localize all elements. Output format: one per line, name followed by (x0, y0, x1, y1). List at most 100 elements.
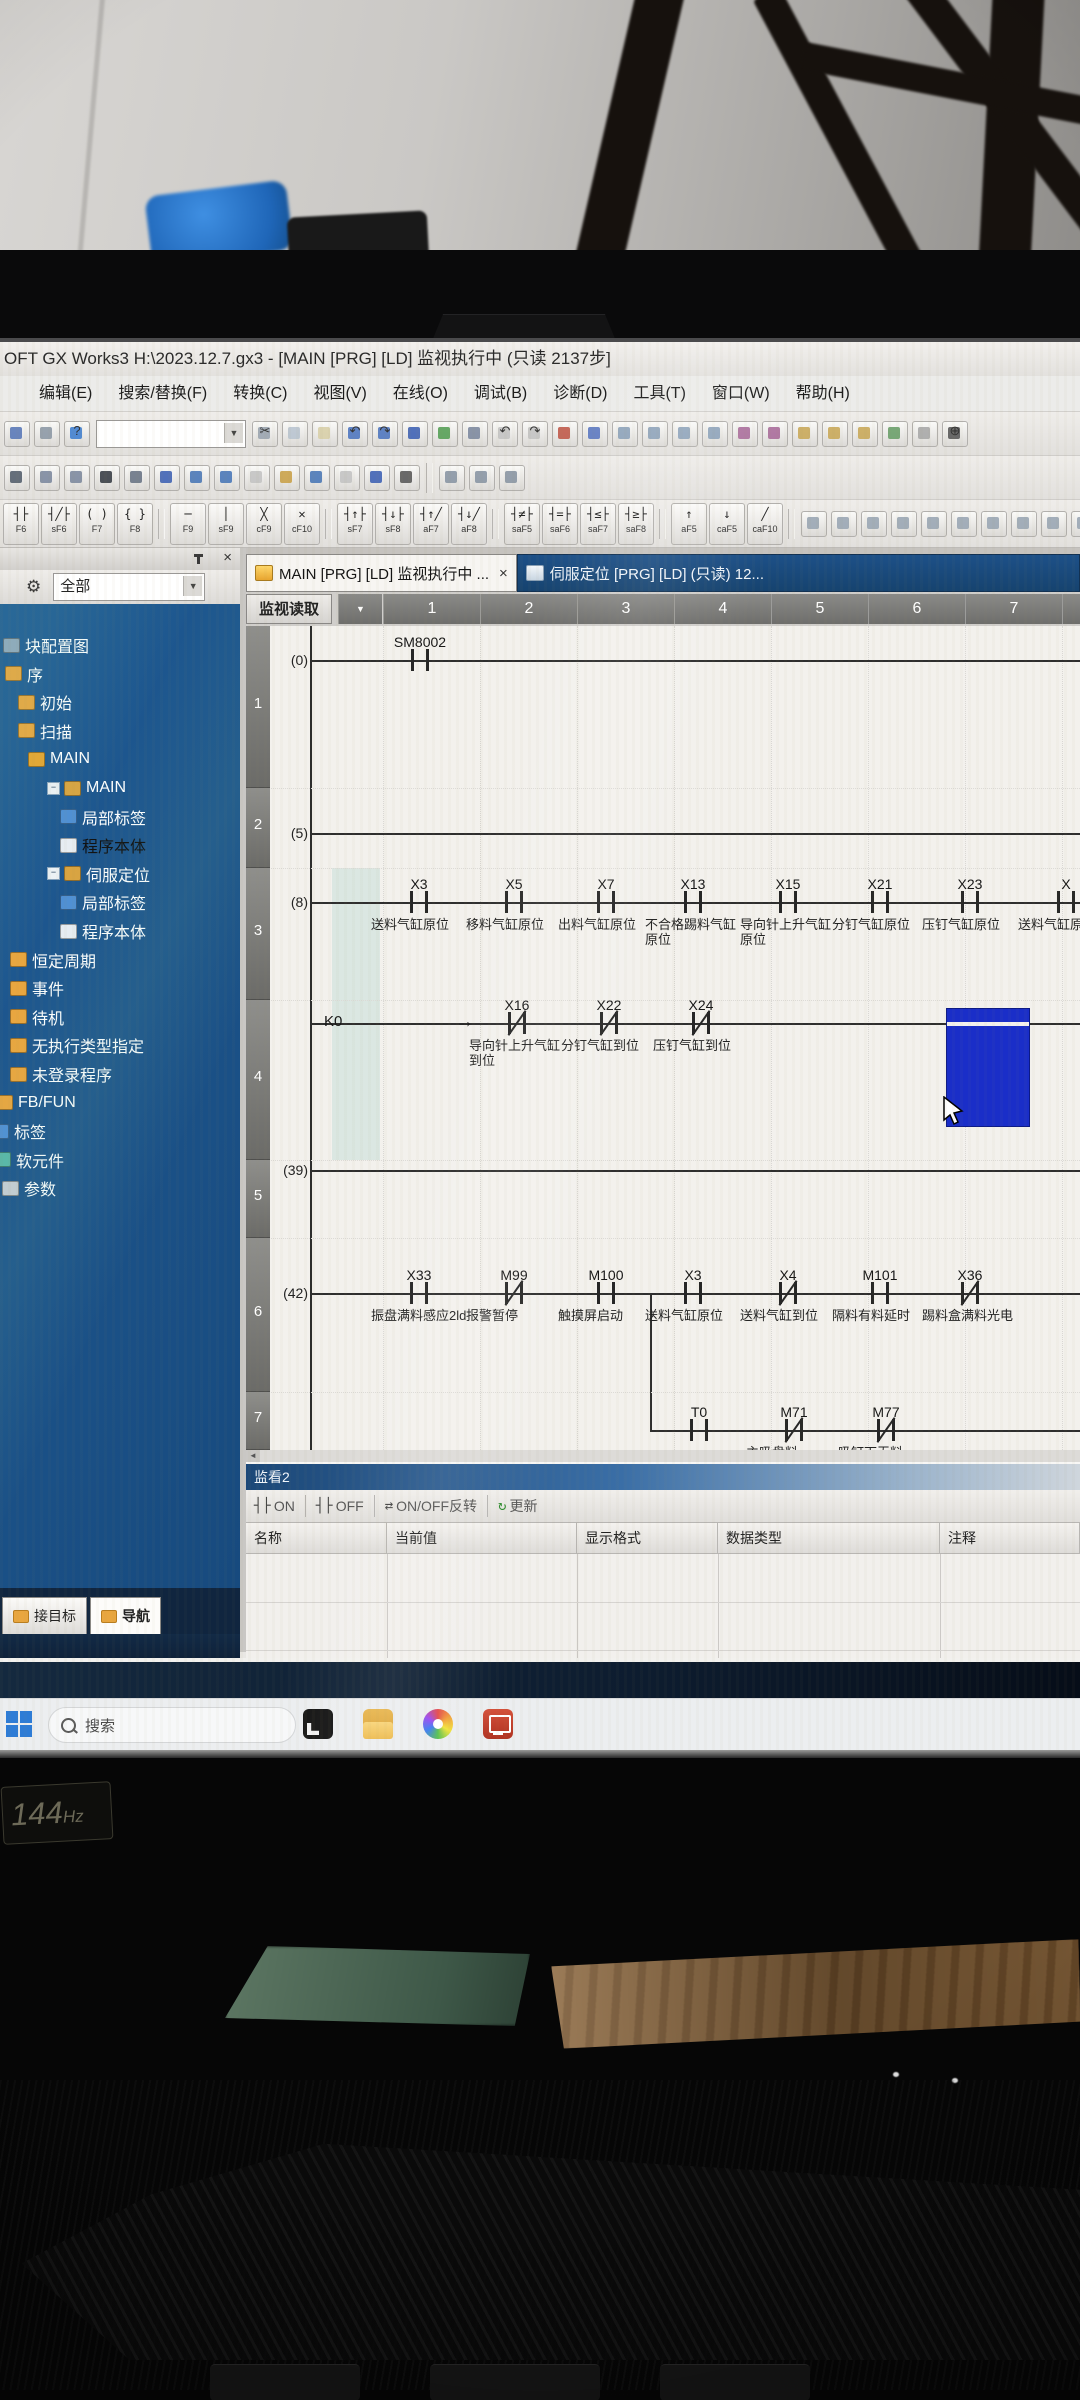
sidebar-item-9[interactable]: −伺服定位 (27, 861, 150, 887)
contact-X15[interactable] (794, 891, 797, 913)
edit-pencil-icon[interactable] (274, 465, 300, 491)
zoom-combo[interactable]: ▼ (96, 420, 246, 448)
sidebar-item-8[interactable]: 程序本体 (40, 832, 146, 858)
cut-icon[interactable]: ✂ (252, 421, 278, 447)
editor-tab-1[interactable]: MAIN [PRG] [LD] 监视执行中 ...× (246, 554, 517, 592)
statement-list-icon[interactable] (1041, 511, 1067, 537)
contact-X5[interactable] (505, 891, 508, 913)
contact-X15[interactable] (779, 891, 782, 913)
dark-app-icon[interactable] (303, 1709, 333, 1739)
gear-icon[interactable]: ⚙ (26, 577, 41, 597)
rung-number-3[interactable]: 3 (246, 868, 270, 1000)
contact-X3[interactable] (425, 891, 428, 913)
ladder-symbol-saF6[interactable]: ┤=├saF6 (542, 503, 578, 545)
sidebar-item-15[interactable]: 无执行类型指定 (0, 1032, 144, 1058)
header-dropdown-cell[interactable]: ▼ (338, 594, 382, 624)
watch-table-body[interactable] (246, 1554, 1080, 1660)
sidebar-item-5[interactable]: MAIN (8, 746, 90, 772)
device-check-icon[interactable] (432, 421, 458, 447)
contact-M101[interactable] (871, 1282, 874, 1304)
sidebar-item-13[interactable]: 事件 (0, 975, 64, 1001)
window-list-icon[interactable] (64, 465, 90, 491)
device-display-drop-icon[interactable] (364, 465, 390, 491)
watch-button-2[interactable]: ┤├OFF (308, 1493, 372, 1519)
module-config-icon[interactable] (4, 465, 30, 491)
ladder-symbol-sF8[interactable]: ┤↓├sF8 (375, 503, 411, 545)
ladder-symbol-saF7[interactable]: ┤≤├saF7 (580, 503, 616, 545)
contact-X3[interactable] (410, 891, 413, 913)
sidebar-item-11[interactable]: 程序本体 (40, 918, 146, 944)
contact-M101[interactable] (886, 1282, 889, 1304)
contact-T0[interactable] (705, 1419, 708, 1441)
redo-icon[interactable]: ↷ (372, 421, 398, 447)
watch-button-3[interactable]: ⇄ON/OFF反转 (377, 1493, 485, 1519)
monitor-mode-icon[interactable] (1011, 511, 1037, 537)
red-app-icon[interactable] (483, 1709, 513, 1739)
menu-item-1[interactable]: 编辑(E) (26, 380, 105, 408)
redo-gray-icon[interactable]: ↷ (522, 421, 548, 447)
sidebar-item-6[interactable]: −MAIN (27, 775, 126, 801)
watch-button-4[interactable]: ↻更新 (490, 1493, 545, 1519)
contact-M100[interactable] (597, 1282, 600, 1304)
rung-number-4[interactable]: 4 (246, 1000, 270, 1160)
pinwheel-app-icon[interactable] (423, 1709, 453, 1739)
tree-filter-combo[interactable]: 全部 ▼ (53, 573, 205, 601)
sidebar-item-16[interactable]: 未登录程序 (0, 1061, 112, 1087)
contact-X5[interactable] (520, 891, 523, 913)
contact-X13[interactable] (699, 891, 702, 913)
sidebar-item-1[interactable]: 块配置图 (0, 632, 89, 658)
read-mode-icon[interactable] (951, 511, 977, 537)
watch-button-1[interactable]: ┤├ON (246, 1493, 303, 1519)
comment-icon[interactable] (792, 421, 818, 447)
ladder-symbol-sF6[interactable]: ┤╱├sF6 (41, 503, 77, 545)
contact-X21[interactable] (871, 891, 874, 913)
editor-tab-2[interactable]: 伺服定位 [PRG] [LD] (只读) 12... (517, 554, 1080, 592)
watch-window-title[interactable]: 监看2 (246, 1464, 1080, 1490)
ladder-symbol-F6[interactable]: ┤├F6 (3, 503, 39, 545)
write-mode-icon[interactable] (981, 511, 1007, 537)
device-batch-icon[interactable] (732, 421, 758, 447)
note-icon[interactable] (852, 421, 878, 447)
ladder-symbol-cF9[interactable]: ╳cF9 (246, 503, 282, 545)
option-list-icon[interactable] (439, 465, 465, 491)
device-display-icon[interactable] (402, 421, 428, 447)
monitor-stop-icon[interactable] (912, 421, 938, 447)
menu-item-4[interactable]: 视图(V) (300, 380, 379, 408)
sidebar-item-2[interactable]: 序 (0, 661, 43, 687)
dock-tab-1[interactable]: 接目标 (2, 1597, 87, 1634)
cross-ref2-icon[interactable] (214, 465, 240, 491)
contact-X7[interactable] (612, 891, 615, 913)
print-icon[interactable] (34, 421, 60, 447)
ladder-symbol-F8[interactable]: { }F8 (117, 503, 153, 545)
zoom-drop-icon[interactable] (394, 465, 420, 491)
rung-number-7[interactable]: 7 (246, 1392, 270, 1450)
contact-SM8002[interactable] (426, 649, 429, 671)
ladder-symbol-sF7[interactable]: ┤↑├sF7 (337, 503, 373, 545)
horizontal-scrollbar[interactable]: ◄ (246, 1450, 1080, 1462)
edit-mode-icon[interactable] (921, 511, 947, 537)
tree-expander-icon[interactable]: − (47, 867, 60, 880)
close-icon[interactable]: × (223, 549, 232, 566)
device-dropdown-icon[interactable] (154, 465, 180, 491)
undo-gray-icon[interactable]: ↶ (492, 421, 518, 447)
help-icon[interactable]: ? (64, 421, 90, 447)
menu-item-2[interactable]: 搜索/替换(F) (105, 380, 220, 408)
chevron-down-icon[interactable]: ▼ (183, 576, 202, 596)
ladder-symbol-F7[interactable]: ( )F7 (79, 503, 115, 545)
menu-item-3[interactable]: 转换(C) (220, 380, 300, 408)
paste-icon[interactable] (312, 421, 338, 447)
contact-M100[interactable] (612, 1282, 615, 1304)
sidebar-item-19[interactable]: 软元件 (0, 1147, 64, 1173)
contact-X3[interactable] (699, 1282, 702, 1304)
contact-SM8002[interactable] (411, 649, 414, 671)
read-from-plc-icon[interactable] (582, 421, 608, 447)
window-search-icon[interactable] (124, 465, 150, 491)
contact-X23[interactable] (976, 891, 979, 913)
find-replace-icon[interactable] (702, 421, 728, 447)
ladder-symbol-saF8[interactable]: ┤≥├saF8 (618, 503, 654, 545)
inline-st-icon[interactable] (801, 511, 827, 537)
jump-icon[interactable] (891, 511, 917, 537)
monitor-read-button[interactable]: 监视读取 (246, 594, 332, 624)
check-program-icon[interactable] (304, 465, 330, 491)
sidebar-item-14[interactable]: 待机 (0, 1004, 64, 1030)
